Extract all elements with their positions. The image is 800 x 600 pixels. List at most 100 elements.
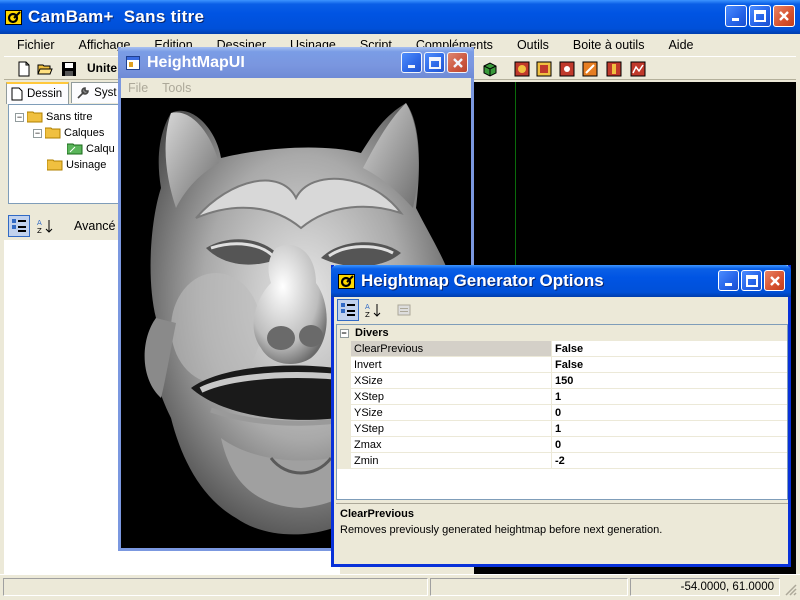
drill-tool-icon[interactable] <box>559 61 575 77</box>
property-name: YStep <box>351 421 552 437</box>
property-value[interactable]: 0 <box>552 405 787 421</box>
property-row-zmax[interactable]: Zmax 0 <box>337 437 787 453</box>
property-row-zmin[interactable]: Zmin -2 <box>337 453 787 469</box>
tab-dessin-label: Dessin <box>27 88 63 100</box>
menu-boite-a-outils[interactable]: Boite à outils <box>560 38 656 52</box>
menu-outils[interactable]: Outils <box>504 38 560 52</box>
menu-aide[interactable]: Aide <box>655 38 704 52</box>
advanced-label[interactable]: Avancé <box>74 219 115 233</box>
tree-node-layer-item[interactable]: Calqu <box>67 143 115 155</box>
resize-grip-icon[interactable] <box>784 583 798 597</box>
heightmap-close-button[interactable] <box>447 52 468 73</box>
property-help-pane: ClearPrevious Removes previously generat… <box>336 503 788 563</box>
category-label: Divers <box>355 327 389 339</box>
main-title-bar[interactable]: CamBam+ Sans titre <box>0 0 800 34</box>
property-row-clearprevious[interactable]: ClearPrevious False <box>337 341 787 357</box>
property-row-ystep[interactable]: YStep 1 <box>337 421 787 437</box>
heightmap-title-bar[interactable]: HeightMapUI <box>118 47 474 78</box>
svg-text:Z: Z <box>365 311 370 318</box>
category-divers[interactable]: − Divers <box>337 325 787 341</box>
property-name: ClearPrevious <box>351 341 552 357</box>
sort-az-icon: AZ <box>37 219 53 234</box>
property-value[interactable]: 1 <box>552 389 787 405</box>
lathe-tool-icon[interactable] <box>606 61 622 77</box>
window-title: CamBam+ Sans titre <box>28 7 204 27</box>
options-title-bar[interactable]: Heightmap Generator Options <box>331 265 791 297</box>
open-folder-icon[interactable] <box>37 61 53 77</box>
new-file-icon[interactable] <box>16 61 32 77</box>
help-description: Removes previously generated heightmap b… <box>340 524 663 536</box>
cambam-app-icon <box>337 273 355 289</box>
property-row-xsize[interactable]: XSize 150 <box>337 373 787 389</box>
tree-node-layers[interactable]: − Calques <box>33 127 104 139</box>
property-value[interactable]: 150 <box>552 373 787 389</box>
tab-systeme-label: Syst <box>94 87 117 99</box>
profile-tool-icon[interactable] <box>514 61 530 77</box>
app-name: CamBam+ <box>28 7 114 26</box>
tree-node-machining[interactable]: Usinage <box>47 159 106 171</box>
heightmap-minimize-button[interactable] <box>401 52 422 73</box>
svg-text:A: A <box>37 219 42 227</box>
collapse-icon[interactable]: − <box>339 328 349 338</box>
property-row-invert[interactable]: Invert False <box>337 357 787 373</box>
y-axis-line <box>515 82 516 282</box>
svg-text:Z: Z <box>37 227 42 234</box>
property-name: Zmax <box>351 437 552 453</box>
property-grid[interactable]: − Divers ClearPrevious False Invert Fals… <box>336 324 788 500</box>
categorized-icon <box>341 303 355 316</box>
heightmap-maximize-button[interactable] <box>424 52 445 73</box>
page-icon <box>11 87 23 101</box>
menu-tools[interactable]: Tools <box>155 81 198 95</box>
tree-root-label: Sans titre <box>46 111 93 123</box>
property-pages-button[interactable] <box>393 299 415 321</box>
engrave-tool-icon[interactable] <box>582 61 598 77</box>
folder-icon <box>45 127 61 139</box>
tree-node-root[interactable]: − Sans titre <box>15 111 92 123</box>
categorized-view-button[interactable] <box>8 215 30 237</box>
property-value[interactable]: 0 <box>552 437 787 453</box>
units-label[interactable]: Unite <box>87 61 117 75</box>
collapse-icon[interactable]: − <box>33 128 42 138</box>
property-value[interactable]: False <box>552 341 787 357</box>
menu-file[interactable]: File <box>121 81 155 95</box>
tab-systeme[interactable]: Syst <box>71 82 124 103</box>
property-value[interactable]: 1 <box>552 421 787 437</box>
window-app-icon <box>124 55 142 71</box>
property-value[interactable]: -2 <box>552 453 787 469</box>
tab-dessin[interactable]: Dessin <box>6 82 70 104</box>
svg-text:A: A <box>365 303 370 311</box>
property-row-xstep[interactable]: XStep 1 <box>337 389 787 405</box>
options-title: Heightmap Generator Options <box>361 271 604 290</box>
cambam-app-icon <box>4 9 22 25</box>
options-toolbar: AZ <box>334 297 788 323</box>
heightmap-title: HeightMapUI <box>147 53 245 71</box>
pocket-tool-icon[interactable] <box>536 61 552 77</box>
maximize-button[interactable] <box>749 5 771 27</box>
3d-view-icon[interactable] <box>482 61 498 77</box>
save-disk-icon[interactable] <box>61 61 77 77</box>
property-name: XSize <box>351 373 552 389</box>
status-bar: -54.0000, 61.0000 <box>0 574 800 600</box>
folder-icon <box>27 111 43 123</box>
tree-machining-label: Usinage <box>66 159 107 171</box>
alphabetical-view-button[interactable]: AZ <box>362 299 384 321</box>
minimize-button[interactable] <box>725 5 747 27</box>
alphabetical-view-button[interactable]: AZ <box>34 215 56 237</box>
layer-icon <box>67 143 83 155</box>
property-name: YSize <box>351 405 552 421</box>
document-title: Sans titre <box>123 7 205 26</box>
categorized-icon <box>12 219 26 232</box>
property-row-ysize[interactable]: YSize 0 <box>337 405 787 421</box>
3d-surface-tool-icon[interactable] <box>630 61 646 77</box>
wrench-icon <box>77 87 89 99</box>
options-minimize-button[interactable] <box>718 270 739 291</box>
menu-fichier[interactable]: Fichier <box>4 38 66 52</box>
collapse-icon[interactable]: − <box>15 112 24 122</box>
categorized-view-button[interactable] <box>337 299 359 321</box>
sort-az-icon: AZ <box>365 303 381 318</box>
property-value[interactable]: False <box>552 357 787 373</box>
property-pages-icon <box>397 304 411 316</box>
options-close-button[interactable] <box>764 270 785 291</box>
close-button[interactable] <box>773 5 795 27</box>
options-maximize-button[interactable] <box>741 270 762 291</box>
